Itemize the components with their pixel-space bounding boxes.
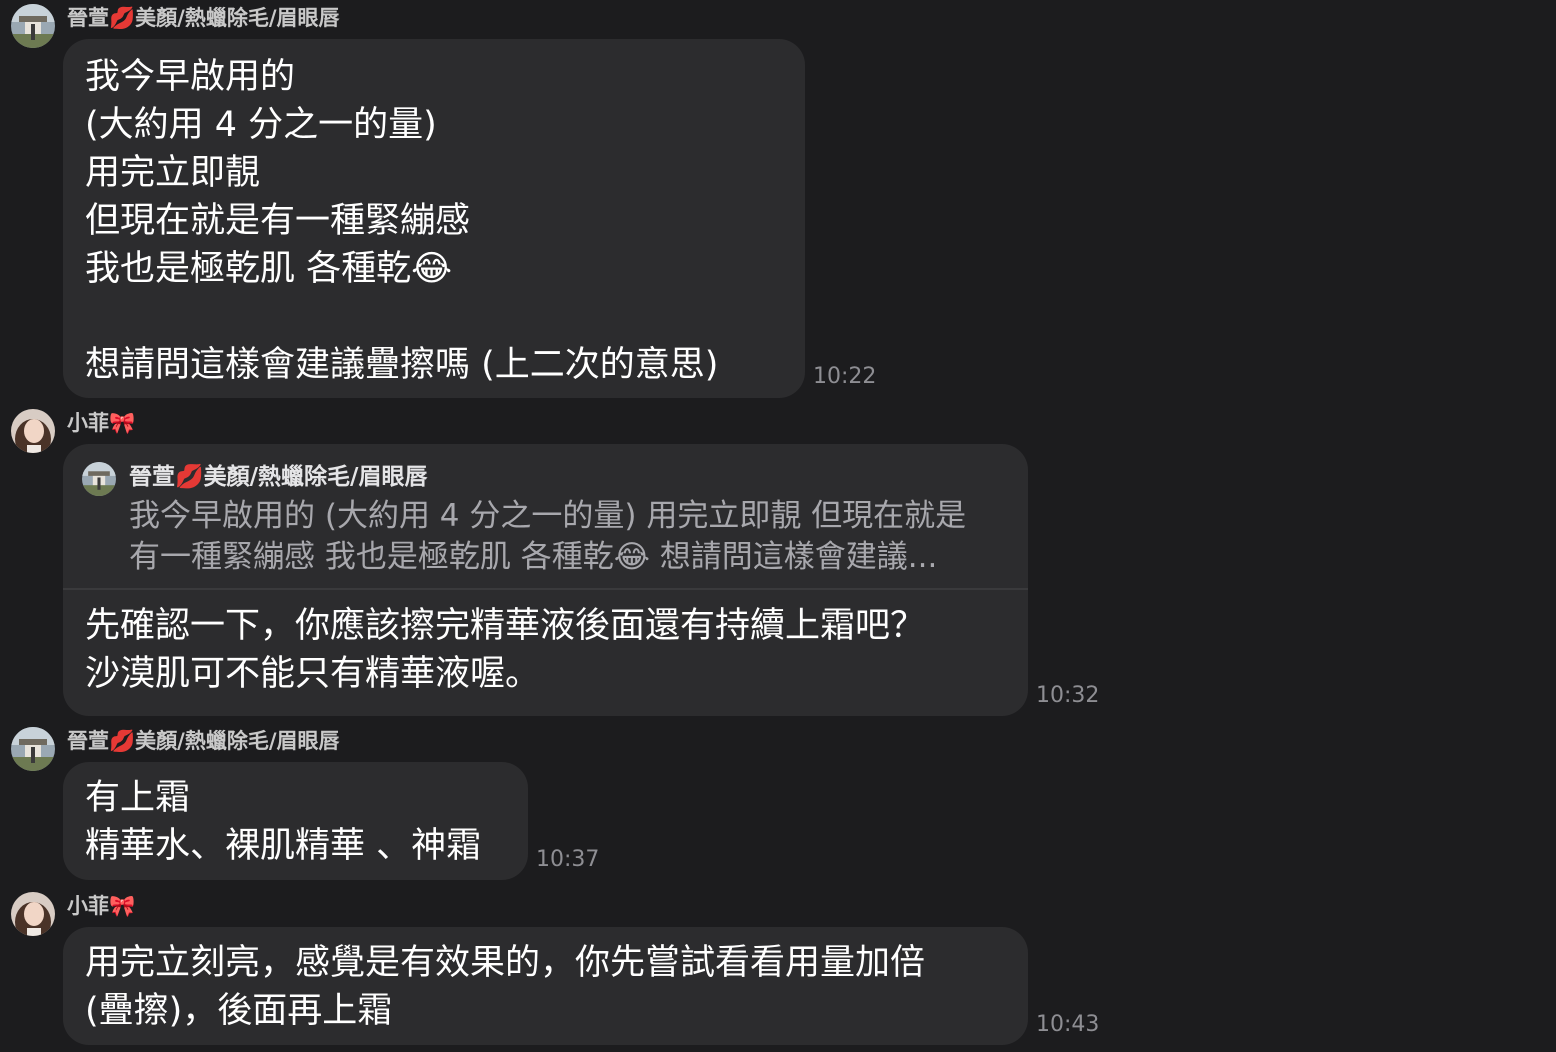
- message-line: 用完立刻亮，感覺是有效果的，你先嘗試看看用量加倍: [85, 943, 926, 983]
- quote-line: 我今早啟用的 (大約用 4 分之一的量) 用完立即靚 但現在就是: [129, 498, 967, 534]
- message-bubble[interactable]: 用完立刻亮，感覺是有效果的，你先嘗試看看用量加倍 (疊擦)，後面再上霜: [63, 927, 1028, 1045]
- quote-line: 有一種緊繃感 我也是極乾肌 各種乾😂 想請問這樣會建議...: [129, 539, 938, 575]
- reply-quote[interactable]: 晉萱💋美顏/熱蠟除毛/眉眼唇 我今早啟用的 (大約用 4 分之一的量) 用完立即…: [63, 444, 1028, 590]
- message-timestamp: 10:43: [1036, 1012, 1100, 1037]
- sender-name: 晉萱💋美顏/熱蠟除毛/眉眼唇: [67, 6, 340, 30]
- message-line: 有上霜: [85, 778, 191, 818]
- message-bubble[interactable]: 我今早啟用的 (大約用 4 分之一的量) 用完立即靚 但現在就是有一種緊繃感 我…: [63, 39, 805, 398]
- message-line: 我也是極乾肌 各種乾😂: [85, 249, 453, 289]
- message-line: 先確認一下，你應該擦完精華液後面還有持續上霜吧？: [85, 606, 926, 646]
- quote-sender-name: 晉萱💋美顏/熱蠟除毛/眉眼唇: [129, 464, 428, 490]
- woman-portrait-avatar-icon[interactable]: [11, 409, 55, 453]
- message-timestamp: 10:22: [813, 364, 877, 389]
- landscape-avatar-icon: [82, 462, 116, 496]
- message-line: (大約用 4 分之一的量): [85, 105, 437, 145]
- sender-name: 晉萱💋美顏/熱蠟除毛/眉眼唇: [67, 729, 340, 753]
- message-line: 我今早啟用的: [85, 57, 296, 97]
- message-line: (疊擦)，後面再上霜: [85, 991, 393, 1031]
- sender-name: 小菲🎀: [67, 411, 136, 435]
- message-bubble[interactable]: 晉萱💋美顏/熱蠟除毛/眉眼唇 我今早啟用的 (大約用 4 分之一的量) 用完立即…: [63, 444, 1028, 716]
- landscape-avatar-icon[interactable]: [11, 4, 55, 48]
- message-line: 沙漠肌可不能只有精華液喔。: [85, 654, 541, 694]
- message-line: 但現在就是有一種緊繃感: [85, 201, 471, 241]
- landscape-avatar-icon[interactable]: [11, 727, 55, 771]
- message-line: 用完立即靚: [85, 153, 261, 193]
- message-timestamp: 10:37: [536, 847, 600, 872]
- quote-preview-text: 我今早啟用的 (大約用 4 分之一的量) 用完立即靚 但現在就是 有一種緊繃感 …: [129, 496, 1019, 578]
- message-bubble[interactable]: 有上霜 精華水、裸肌精華 、神霜: [63, 762, 528, 880]
- woman-portrait-avatar-icon[interactable]: [11, 892, 55, 936]
- message-timestamp: 10:32: [1036, 683, 1100, 708]
- sender-name: 小菲🎀: [67, 894, 136, 918]
- chat-screen: 晉萱💋美顏/熱蠟除毛/眉眼唇 我今早啟用的 (大約用 4 分之一的量) 用完立即…: [0, 0, 1556, 1052]
- message-line: [85, 293, 783, 341]
- message-line: 想請問這樣會建議疊擦嗎 (上二次的意思): [85, 345, 719, 385]
- message-line: 精華水、裸肌精華 、神霜: [85, 826, 482, 866]
